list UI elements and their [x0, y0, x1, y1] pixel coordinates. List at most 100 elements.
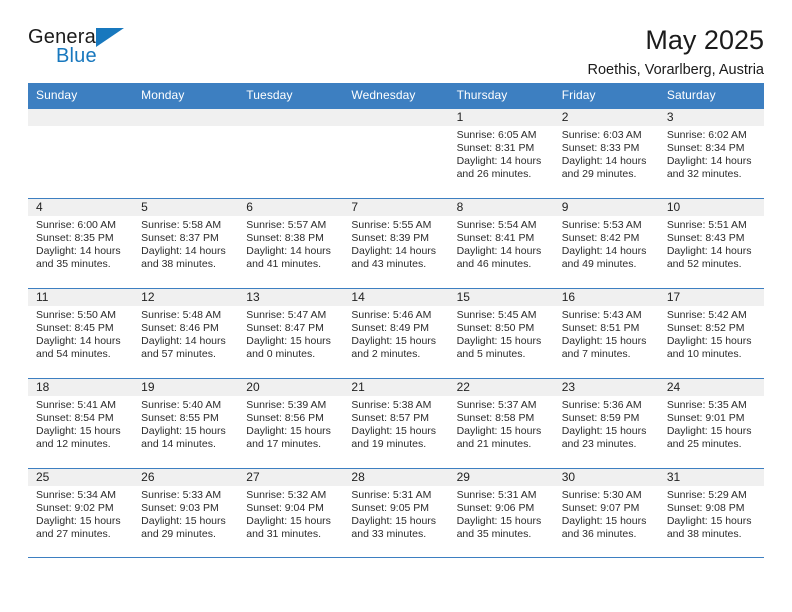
day-details: Sunrise: 5:37 AM Sunset: 8:58 PM Daylight:… — [449, 396, 554, 451]
sunrise-text: Sunrise: 5:48 AM — [141, 309, 222, 321]
calendar-day-cell[interactable]: 23 Sunrise: 5:36 AM Sunset: 8:59 PM Dayligh… — [553, 379, 659, 468]
calendar-day-cell[interactable]: 13 Sunrise: 5:47 AM Sunset: 8:47 PM Dayligh… — [238, 289, 344, 378]
calendar-day-cell[interactable]: 20 Sunrise: 5:39 AM Sunset: 8:56 PM Dayligh… — [238, 379, 344, 468]
calendar-day-cell[interactable]: 19 Sunrise: 5:40 AM Sunset: 8:55 PM Dayligh… — [133, 379, 239, 468]
brand-logo[interactable]: General Blue — [28, 26, 148, 72]
calendar-day-cell[interactable]: 7 Sunrise: 5:55 AM Sunset: 8:39 PM Daylight… — [343, 199, 449, 288]
day-number: 15 — [448, 289, 554, 306]
day-number: 24 — [658, 379, 764, 396]
weekday-header-sunday: Sunday — [36, 88, 78, 102]
day-number: 1 — [448, 109, 554, 126]
calendar-day-cell[interactable]: 15 Sunrise: 5:45 AM Sunset: 8:50 PM Dayligh… — [448, 289, 554, 378]
sunrise-text: Sunrise: 5:32 AM — [246, 489, 327, 501]
calendar-day-cell[interactable]: 11 Sunrise: 5:50 AM Sunset: 8:45 PM Dayligh… — [28, 289, 134, 378]
calendar-weeks: 1 Sunrise: 6:05 AM Sunset: 8:31 PM Daylight… — [28, 108, 764, 558]
sunrise-text: Sunrise: 6:02 AM — [666, 129, 747, 141]
calendar-day-cell[interactable]: 27 Sunrise: 5:32 AM Sunset: 9:04 PM Dayligh… — [238, 469, 344, 557]
calendar-week-row: 4 Sunrise: 6:00 AM Sunset: 8:35 PM Daylight… — [28, 198, 764, 288]
daylight-text-line2: and 0 minutes. — [246, 348, 316, 361]
calendar-day-cell[interactable]: 21 Sunrise: 5:38 AM Sunset: 8:57 PM Dayligh… — [343, 379, 449, 468]
calendar-day-cell[interactable]: 1 Sunrise: 6:05 AM Sunset: 8:31 PM Daylight… — [448, 109, 554, 198]
daylight-text-line2: and 29 minutes. — [561, 168, 637, 181]
sunrise-text: Sunrise: 5:38 AM — [351, 399, 432, 411]
daylight-text-line2: and 38 minutes. — [666, 528, 742, 541]
calendar-day-cell[interactable]: 29 Sunrise: 5:31 AM Sunset: 9:06 PM Dayligh… — [448, 469, 554, 557]
sunset-text: Sunset: 8:58 PM — [456, 412, 535, 425]
sunrise-text: Sunrise: 5:31 AM — [351, 489, 432, 501]
calendar-day-cell[interactable]: 26 Sunrise: 5:33 AM Sunset: 9:03 PM Dayligh… — [133, 469, 239, 557]
day-details: Sunrise: 6:00 AM Sunset: 8:35 PM Daylight:… — [28, 216, 133, 271]
day-number — [28, 109, 134, 126]
sunset-text: Sunset: 8:33 PM — [561, 142, 640, 155]
calendar-day-cell[interactable]: 16 Sunrise: 5:43 AM Sunset: 8:51 PM Dayligh… — [553, 289, 659, 378]
daylight-text-line1: Daylight: 15 hours — [456, 335, 542, 348]
sunrise-text: Sunrise: 5:36 AM — [561, 399, 642, 411]
sunset-text: Sunset: 8:46 PM — [141, 322, 219, 335]
calendar-day-cell[interactable]: 31 Sunrise: 5:29 AM Sunset: 9:08 PM Dayligh… — [658, 469, 764, 557]
calendar-day-cell[interactable]: 5 Sunrise: 5:58 AM Sunset: 8:37 PM Daylight… — [133, 199, 239, 288]
daylight-text-line2: and 2 minutes. — [351, 348, 421, 361]
daylight-text-line2: and 38 minutes. — [141, 258, 216, 271]
sunrise-text: Sunrise: 5:40 AM — [141, 399, 222, 411]
day-details: Sunrise: 5:47 AM Sunset: 8:47 PM Daylight:… — [238, 306, 343, 361]
daylight-text-line2: and 54 minutes. — [36, 348, 111, 361]
day-details: Sunrise: 5:33 AM Sunset: 9:03 PM Daylight:… — [133, 486, 238, 541]
calendar-day-cell[interactable]: 25 Sunrise: 5:34 AM Sunset: 9:02 PM Dayligh… — [28, 469, 134, 557]
calendar-day-cell[interactable]: 3 Sunrise: 6:02 AM Sunset: 8:34 PM Daylight… — [658, 109, 764, 198]
calendar-day-cell[interactable]: 9 Sunrise: 5:53 AM Sunset: 8:42 PM Daylight… — [553, 199, 659, 288]
calendar-day-cell[interactable]: 30 Sunrise: 5:30 AM Sunset: 9:07 PM Dayligh… — [553, 469, 659, 557]
daylight-text-line2: and 19 minutes. — [351, 438, 427, 451]
calendar-grid: Sunday Monday Tuesday Wednesday Thursday… — [28, 83, 764, 558]
calendar-day-cell[interactable]: 2 Sunrise: 6:03 AM Sunset: 8:33 PM Daylight… — [553, 109, 659, 198]
daylight-text-line1: Daylight: 14 hours — [561, 245, 647, 258]
sunset-text: Sunset: 8:54 PM — [36, 412, 114, 425]
daylight-text-line1: Daylight: 14 hours — [666, 245, 752, 258]
calendar-day-cell-empty — [238, 109, 344, 198]
daylight-text-line2: and 32 minutes. — [666, 168, 742, 181]
sunset-text: Sunset: 8:56 PM — [246, 412, 324, 425]
weekday-header-wednesday: Wednesday — [351, 88, 416, 102]
day-number: 11 — [28, 289, 134, 306]
sunrise-text: Sunrise: 5:54 AM — [456, 219, 537, 231]
calendar-day-cell[interactable]: 17 Sunrise: 5:42 AM Sunset: 8:52 PM Dayligh… — [658, 289, 764, 378]
calendar-day-cell[interactable]: 4 Sunrise: 6:00 AM Sunset: 8:35 PM Daylight… — [28, 199, 134, 288]
daylight-text-line1: Daylight: 14 hours — [456, 155, 542, 168]
daylight-text-line2: and 46 minutes. — [456, 258, 532, 271]
day-details: Sunrise: 5:32 AM Sunset: 9:04 PM Daylight:… — [238, 486, 343, 541]
day-details: Sunrise: 5:45 AM Sunset: 8:50 PM Daylight:… — [449, 306, 554, 361]
day-number: 10 — [658, 199, 764, 216]
day-number: 30 — [553, 469, 659, 486]
calendar-day-cell[interactable]: 22 Sunrise: 5:37 AM Sunset: 8:58 PM Dayligh… — [448, 379, 554, 468]
day-details: Sunrise: 5:31 AM Sunset: 9:06 PM Daylight:… — [449, 486, 554, 541]
day-number: 17 — [658, 289, 764, 306]
calendar-day-cell[interactable]: 12 Sunrise: 5:48 AM Sunset: 8:46 PM Dayligh… — [133, 289, 239, 378]
day-details: Sunrise: 6:05 AM Sunset: 8:31 PM Daylight:… — [449, 126, 554, 181]
calendar-day-cell[interactable]: 14 Sunrise: 5:46 AM Sunset: 8:49 PM Dayligh… — [343, 289, 449, 378]
calendar-day-cell[interactable]: 28 Sunrise: 5:31 AM Sunset: 9:05 PM Dayligh… — [343, 469, 449, 557]
calendar-day-cell[interactable]: 6 Sunrise: 5:57 AM Sunset: 8:38 PM Daylight… — [238, 199, 344, 288]
calendar-day-cell[interactable]: 8 Sunrise: 5:54 AM Sunset: 8:41 PM Daylight… — [448, 199, 554, 288]
sunrise-text: Sunrise: 5:33 AM — [141, 489, 222, 501]
calendar-page: General Blue May 2025 Roethis, Vorarlber… — [0, 0, 792, 612]
day-number: 23 — [553, 379, 659, 396]
calendar-day-cell[interactable]: 18 Sunrise: 5:41 AM Sunset: 8:54 PM Dayligh… — [28, 379, 134, 468]
sunrise-text: Sunrise: 5:45 AM — [456, 309, 537, 321]
calendar-day-cell[interactable]: 24 Sunrise: 5:35 AM Sunset: 9:01 PM Dayligh… — [658, 379, 764, 468]
daylight-text-line1: Daylight: 14 hours — [36, 335, 121, 348]
day-number: 18 — [28, 379, 134, 396]
day-details: Sunrise: 5:48 AM Sunset: 8:46 PM Daylight:… — [133, 306, 238, 361]
sunrise-text: Sunrise: 5:30 AM — [561, 489, 642, 501]
day-number: 14 — [343, 289, 449, 306]
day-number: 5 — [133, 199, 239, 216]
daylight-text-line1: Daylight: 15 hours — [246, 335, 331, 348]
sunrise-text: Sunrise: 5:37 AM — [456, 399, 537, 411]
daylight-text-line1: Daylight: 15 hours — [246, 515, 331, 528]
sunset-text: Sunset: 8:38 PM — [246, 232, 324, 245]
daylight-text-line1: Daylight: 14 hours — [456, 245, 542, 258]
calendar-day-cell[interactable]: 10 Sunrise: 5:51 AM Sunset: 8:43 PM Dayligh… — [658, 199, 764, 288]
day-number: 6 — [238, 199, 344, 216]
sunrise-text: Sunrise: 5:47 AM — [246, 309, 327, 321]
header-titles: May 2025 Roethis, Vorarlberg, Austria — [148, 25, 764, 78]
daylight-text-line2: and 43 minutes. — [351, 258, 427, 271]
sunset-text: Sunset: 8:31 PM — [456, 142, 535, 155]
